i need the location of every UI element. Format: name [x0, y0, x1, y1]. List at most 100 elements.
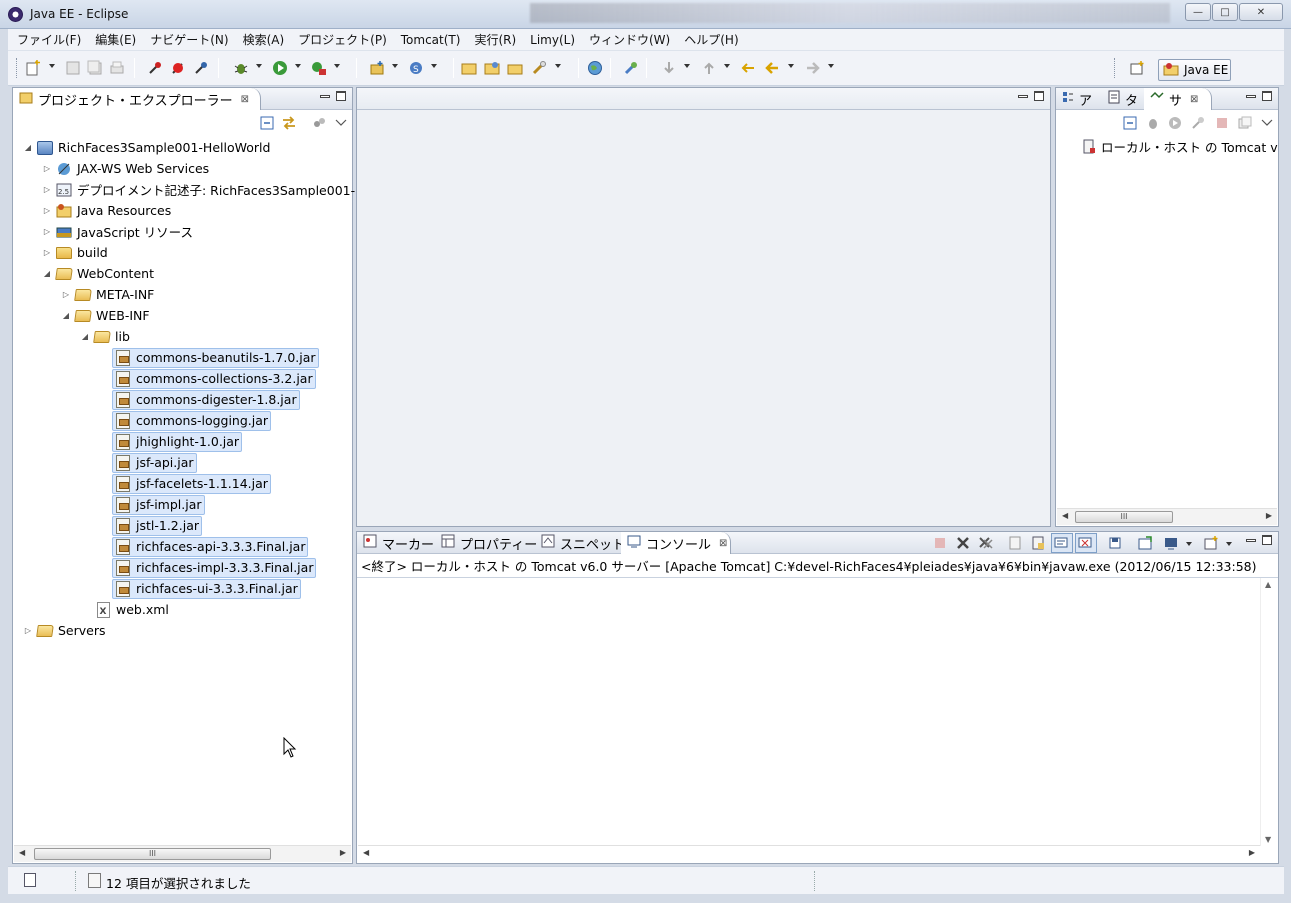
- tree-node-jar[interactable]: jsf-api.jar: [112, 452, 197, 473]
- tab-properties[interactable]: プロパティー: [435, 532, 537, 554]
- scroll-lock-icon[interactable]: [1007, 535, 1023, 551]
- tree-node-web-xml[interactable]: X web.xml: [95, 599, 169, 620]
- tab-task-list[interactable]: タ: [1102, 88, 1144, 110]
- minimize-view-icon[interactable]: [1246, 95, 1256, 98]
- minimize-view-icon[interactable]: [320, 95, 330, 98]
- tab-console[interactable]: コンソール ⊠: [621, 532, 731, 554]
- search-dropdown-icon[interactable]: [555, 64, 561, 68]
- servers-hscrollbar[interactable]: ◀ III ▶: [1057, 508, 1277, 525]
- collapsed-twisty-icon[interactable]: ▷: [42, 185, 52, 194]
- tree-node-webcontent[interactable]: ◢ WebContent: [42, 263, 154, 284]
- expanded-twisty-icon[interactable]: ◢: [23, 143, 33, 152]
- project-explorer-hscrollbar[interactable]: ◀ III ▶: [14, 845, 351, 862]
- scroll-down-icon[interactable]: ▼: [1265, 835, 1271, 844]
- collapsed-twisty-icon[interactable]: ▷: [23, 626, 33, 635]
- prev-annotation-icon[interactable]: [700, 59, 718, 77]
- tree-node-jar[interactable]: jsf-impl.jar: [112, 494, 205, 515]
- minimize-view-icon[interactable]: [1018, 95, 1028, 98]
- scroll-thumb[interactable]: III: [34, 848, 271, 860]
- display-console-icon[interactable]: [1163, 535, 1179, 551]
- new-console-icon[interactable]: [1203, 535, 1219, 551]
- tab-servers[interactable]: サ ⊠: [1144, 88, 1212, 110]
- tab-outline[interactable]: ア: [1056, 88, 1100, 110]
- tree-node-project[interactable]: ◢ RichFaces3Sample001-HelloWorld: [23, 137, 271, 158]
- show-on-stderr-icon[interactable]: [1075, 533, 1097, 553]
- collapsed-twisty-icon[interactable]: ▷: [42, 248, 52, 257]
- task-tag-icon[interactable]: [146, 59, 164, 77]
- remove-all-launches-icon[interactable]: [978, 535, 994, 551]
- link-with-editor-icon[interactable]: [281, 115, 297, 131]
- server-entry[interactable]: ローカル・ホスト の Tomcat v6: [1082, 136, 1278, 157]
- minimize-button[interactable]: —: [1185, 3, 1211, 21]
- open-perspective-icon[interactable]: [1128, 59, 1146, 77]
- scroll-up-icon[interactable]: ▲: [1265, 580, 1271, 589]
- fast-view-icon[interactable]: [24, 873, 36, 887]
- tab-markers[interactable]: マーカー: [357, 532, 434, 554]
- maximize-button[interactable]: □: [1212, 3, 1238, 21]
- expanded-twisty-icon[interactable]: ◢: [42, 269, 52, 278]
- tab-project-explorer[interactable]: プロジェクト・エクスプローラー ⊠: [13, 88, 261, 110]
- collapsed-twisty-icon[interactable]: ▷: [42, 164, 52, 173]
- tree-node-jar[interactable]: richfaces-impl-3.3.3.Final.jar: [112, 557, 317, 578]
- external-tools-dropdown-icon[interactable]: [334, 64, 340, 68]
- word-wrap-icon[interactable]: [1030, 535, 1046, 551]
- tree-node-jar[interactable]: commons-beanutils-1.7.0.jar: [112, 347, 319, 368]
- scroll-right-icon[interactable]: ▶: [1249, 848, 1255, 857]
- task-tag-3-icon[interactable]: [192, 59, 210, 77]
- tree-node-jar[interactable]: jhighlight-1.0.jar: [112, 431, 243, 452]
- menu-help[interactable]: ヘルプ(H): [677, 29, 745, 51]
- new-console-dropdown-icon[interactable]: [1226, 542, 1232, 546]
- task-tag-2-icon[interactable]: [169, 59, 187, 77]
- tree-node-web-inf[interactable]: ◢ WEB-INF: [61, 305, 150, 326]
- collapsed-twisty-icon[interactable]: ▷: [61, 290, 71, 299]
- menu-edit[interactable]: 編集(E): [88, 29, 143, 51]
- expanded-twisty-icon[interactable]: ◢: [61, 311, 71, 320]
- collapse-all-icon[interactable]: [1122, 115, 1138, 131]
- menu-navigate[interactable]: ナビゲート(N): [143, 29, 235, 51]
- new-icon[interactable]: [24, 59, 42, 77]
- next-annotation-icon[interactable]: [660, 59, 678, 77]
- filter-icon[interactable]: [311, 115, 327, 131]
- menu-project[interactable]: プロジェクト(P): [291, 29, 394, 51]
- open-type-dropdown-icon[interactable]: [431, 64, 437, 68]
- collapse-all-icon[interactable]: [259, 115, 275, 131]
- scroll-left-icon[interactable]: ◀: [1062, 511, 1068, 520]
- close-tab-icon[interactable]: ⊠: [719, 538, 727, 549]
- new-dropdown-icon[interactable]: [49, 64, 55, 68]
- publish-icon[interactable]: [622, 59, 640, 77]
- tree-node-jar[interactable]: richfaces-api-3.3.3.Final.jar: [112, 536, 309, 557]
- open-resource-icon[interactable]: [483, 59, 501, 77]
- maximize-view-icon[interactable]: [1034, 91, 1044, 101]
- collapsed-twisty-icon[interactable]: ▷: [42, 206, 52, 215]
- back-dropdown-icon[interactable]: [788, 64, 794, 68]
- display-console-dropdown-icon[interactable]: [1186, 542, 1192, 546]
- publish-server-icon[interactable]: [1237, 115, 1253, 131]
- debug-server-icon[interactable]: [1145, 115, 1161, 131]
- expanded-twisty-icon[interactable]: ◢: [80, 332, 90, 341]
- debug-icon[interactable]: [232, 59, 250, 77]
- close-tab-icon[interactable]: ⊠: [1190, 94, 1198, 105]
- remove-launch-icon[interactable]: [955, 535, 971, 551]
- close-tab-icon[interactable]: ⊠: [241, 94, 249, 105]
- close-button[interactable]: ✕: [1239, 3, 1283, 21]
- maximize-view-icon[interactable]: [336, 91, 346, 101]
- new-server-icon[interactable]: [368, 59, 386, 77]
- tree-node-meta-inf[interactable]: ▷ META-INF: [61, 284, 154, 305]
- open-folder-icon[interactable]: [460, 59, 478, 77]
- open-type-icon[interactable]: S: [407, 59, 425, 77]
- tree-node-jar[interactable]: richfaces-ui-3.3.3.Final.jar: [112, 578, 301, 599]
- back-icon[interactable]: [763, 59, 781, 77]
- new-server-dropdown-icon[interactable]: [392, 64, 398, 68]
- maximize-view-icon[interactable]: [1262, 91, 1272, 101]
- run-dropdown-icon[interactable]: [295, 64, 301, 68]
- toolbar-gripper[interactable]: [1114, 58, 1117, 78]
- menu-search[interactable]: 検索(A): [236, 29, 292, 51]
- java-ee-perspective-button[interactable]: Java EE: [1158, 59, 1231, 81]
- tree-node-jar[interactable]: jstl-1.2.jar: [112, 515, 202, 536]
- minimize-view-icon[interactable]: [1246, 539, 1256, 542]
- menu-limy[interactable]: Limy(L): [523, 29, 582, 51]
- scroll-left-icon[interactable]: ◀: [363, 848, 369, 857]
- next-annotation-dropdown-icon[interactable]: [684, 64, 690, 68]
- collapsed-twisty-icon[interactable]: ▷: [42, 227, 52, 236]
- scroll-thumb[interactable]: III: [1075, 511, 1173, 523]
